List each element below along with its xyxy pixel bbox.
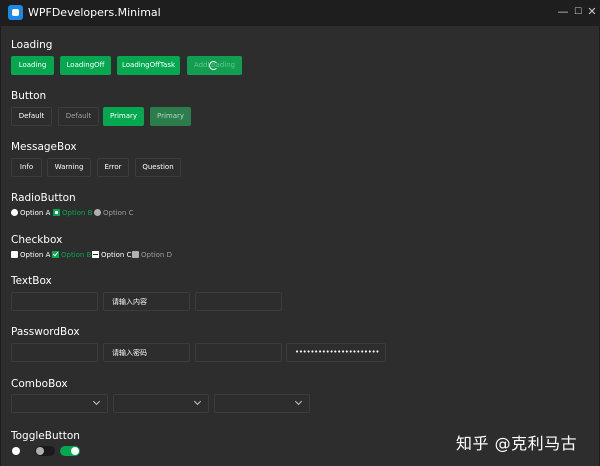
checkbox-option-d[interactable]: Option D bbox=[132, 251, 172, 259]
messagebox-section-title: MessageBox bbox=[11, 141, 77, 153]
title-bar[interactable]: WPFDevelopers.Minimal — ☐ ✕ bbox=[1, 0, 600, 26]
checkbox-option-c-label: Option C bbox=[101, 251, 132, 259]
password-field-default[interactable] bbox=[11, 343, 98, 362]
checkbox-option-a-label: Option A bbox=[20, 251, 51, 259]
checkbox-option-b-label: Option B bbox=[61, 251, 92, 259]
chevron-down-icon bbox=[294, 397, 303, 406]
toggle-on[interactable] bbox=[60, 446, 80, 456]
checkbox-option-c[interactable]: Option C bbox=[92, 251, 131, 259]
password-field-with-placeholder[interactable] bbox=[103, 343, 190, 362]
toggle-off-disabled[interactable] bbox=[35, 446, 55, 456]
togglebutton-section-title: ToggleButton bbox=[11, 430, 80, 442]
loading-section-title: Loading bbox=[11, 39, 53, 51]
radio-unchecked-icon bbox=[11, 209, 18, 216]
password-field-disabled[interactable] bbox=[195, 343, 282, 362]
textbox-with-placeholder[interactable] bbox=[103, 292, 190, 311]
toggle-off[interactable] bbox=[11, 446, 31, 456]
primary-button-disabled[interactable]: Primary bbox=[150, 107, 191, 126]
minimize-button[interactable]: — bbox=[555, 4, 571, 20]
checkbox-unchecked-icon bbox=[11, 251, 18, 258]
loading-button[interactable]: Loading bbox=[11, 56, 54, 75]
chevron-down-icon bbox=[92, 397, 101, 406]
checkbox-option-d-label: Option D bbox=[141, 251, 172, 259]
loading-spinner-icon bbox=[209, 61, 218, 70]
primary-button[interactable]: Primary bbox=[103, 107, 144, 126]
combobox-1[interactable] bbox=[11, 394, 108, 413]
checkbox-section-title: Checkbox bbox=[11, 234, 63, 246]
window-title: WPFDevelopers.Minimal bbox=[28, 6, 161, 19]
chevron-down-icon bbox=[193, 397, 202, 406]
default-button[interactable]: Default bbox=[11, 107, 52, 126]
question-button[interactable]: Question bbox=[135, 158, 181, 177]
radio-option-a-label: Option A bbox=[20, 209, 51, 217]
app-icon bbox=[8, 5, 23, 20]
app-window: WPFDevelopers.Minimal — ☐ ✕ Loading Load… bbox=[0, 0, 600, 466]
radio-option-c[interactable]: Option C bbox=[94, 209, 133, 217]
checkbox-option-a[interactable]: Option A bbox=[11, 251, 50, 259]
combobox-section-title: ComboBox bbox=[11, 378, 68, 390]
loading-off-button[interactable]: LoadingOff bbox=[60, 56, 111, 75]
checkbox-checked-icon bbox=[52, 251, 59, 258]
textbox-disabled[interactable] bbox=[195, 292, 282, 311]
textbox-default[interactable] bbox=[11, 292, 98, 311]
checkbox-disabled-icon bbox=[132, 251, 139, 258]
error-button[interactable]: Error bbox=[97, 158, 129, 177]
add-loading-button[interactable]: AddLoading bbox=[187, 56, 242, 75]
checkbox-option-b[interactable]: Option B bbox=[52, 251, 91, 259]
radio-disabled-icon bbox=[94, 209, 101, 216]
checkbox-indeterminate-icon bbox=[92, 251, 99, 258]
radio-option-c-label: Option C bbox=[103, 209, 134, 217]
password-field-filled[interactable]: •••••••••••••••••••••• bbox=[286, 343, 386, 362]
watermark: 知乎 @克利马古 bbox=[456, 434, 578, 453]
passwordbox-section-title: PasswordBox bbox=[11, 326, 80, 338]
radio-option-a[interactable]: Option A bbox=[11, 209, 50, 217]
default-button-disabled[interactable]: Default bbox=[58, 107, 99, 126]
toggle-knob bbox=[71, 447, 79, 455]
textbox-section-title: TextBox bbox=[11, 275, 52, 287]
button-section-title: Button bbox=[11, 90, 47, 102]
toggle-knob bbox=[12, 447, 20, 455]
radio-option-b-label: Option B bbox=[62, 209, 93, 217]
radiobutton-section-title: RadioButton bbox=[11, 192, 76, 204]
combobox-3[interactable] bbox=[214, 394, 310, 413]
radio-option-b[interactable]: Option B bbox=[53, 209, 92, 217]
close-button[interactable]: ✕ bbox=[584, 4, 600, 20]
warning-button[interactable]: Warning bbox=[47, 158, 91, 177]
combobox-2[interactable] bbox=[113, 394, 209, 413]
loading-off-task-button[interactable]: LoadingOffTask bbox=[117, 56, 180, 75]
info-button[interactable]: Info bbox=[11, 158, 42, 177]
toggle-knob bbox=[36, 447, 44, 455]
radio-checked-icon bbox=[53, 209, 60, 216]
